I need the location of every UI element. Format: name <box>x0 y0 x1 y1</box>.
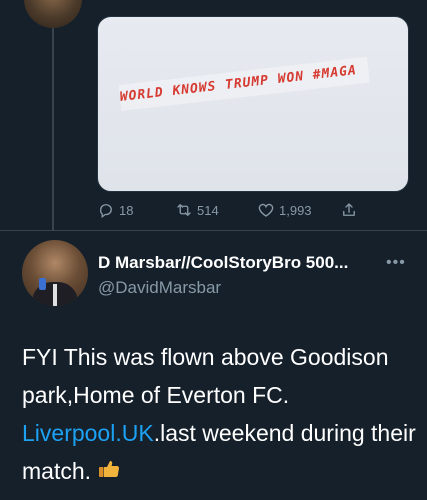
reply-count: 18 <box>119 202 134 218</box>
like-button[interactable]: 1,993 <box>257 201 312 219</box>
tweet-divider <box>0 230 427 231</box>
retweet-count: 514 <box>197 202 219 218</box>
retweet-icon <box>177 204 191 216</box>
share-button[interactable] <box>340 201 358 219</box>
tweet-text-part1: FYI This was flown above Goodison park,H… <box>22 344 389 408</box>
avatar[interactable] <box>22 240 88 306</box>
tweet-actions: 18 514 1,993 <box>97 200 397 220</box>
tweet-text: FYI This was flown above Goodison park,H… <box>22 338 417 492</box>
avatar-cup <box>39 278 46 290</box>
tweet-image[interactable]: WORLD KNOWS TRUMP WON #MAGA <box>97 16 409 192</box>
plane-banner-text: WORLD KNOWS TRUMP WON #MAGA <box>118 56 370 111</box>
heart-icon <box>258 203 274 217</box>
share-icon <box>343 203 355 216</box>
thread-line <box>52 0 54 230</box>
like-count: 1,993 <box>279 202 312 218</box>
avatar-tie <box>53 284 57 306</box>
user-handle[interactable]: @DavidMarsbar <box>98 278 221 298</box>
thumbs-up-icon <box>97 454 121 492</box>
retweet-button[interactable]: 514 <box>175 201 219 219</box>
reply-button[interactable]: 18 <box>97 201 133 219</box>
more-options-icon[interactable]: ••• <box>386 254 406 272</box>
reply-icon <box>100 204 112 219</box>
hashtag-link[interactable]: Liverpool.UK <box>22 420 154 446</box>
previous-tweet-avatar[interactable] <box>24 0 82 28</box>
display-name[interactable]: D Marsbar//CoolStoryBro 500... <box>98 253 383 273</box>
